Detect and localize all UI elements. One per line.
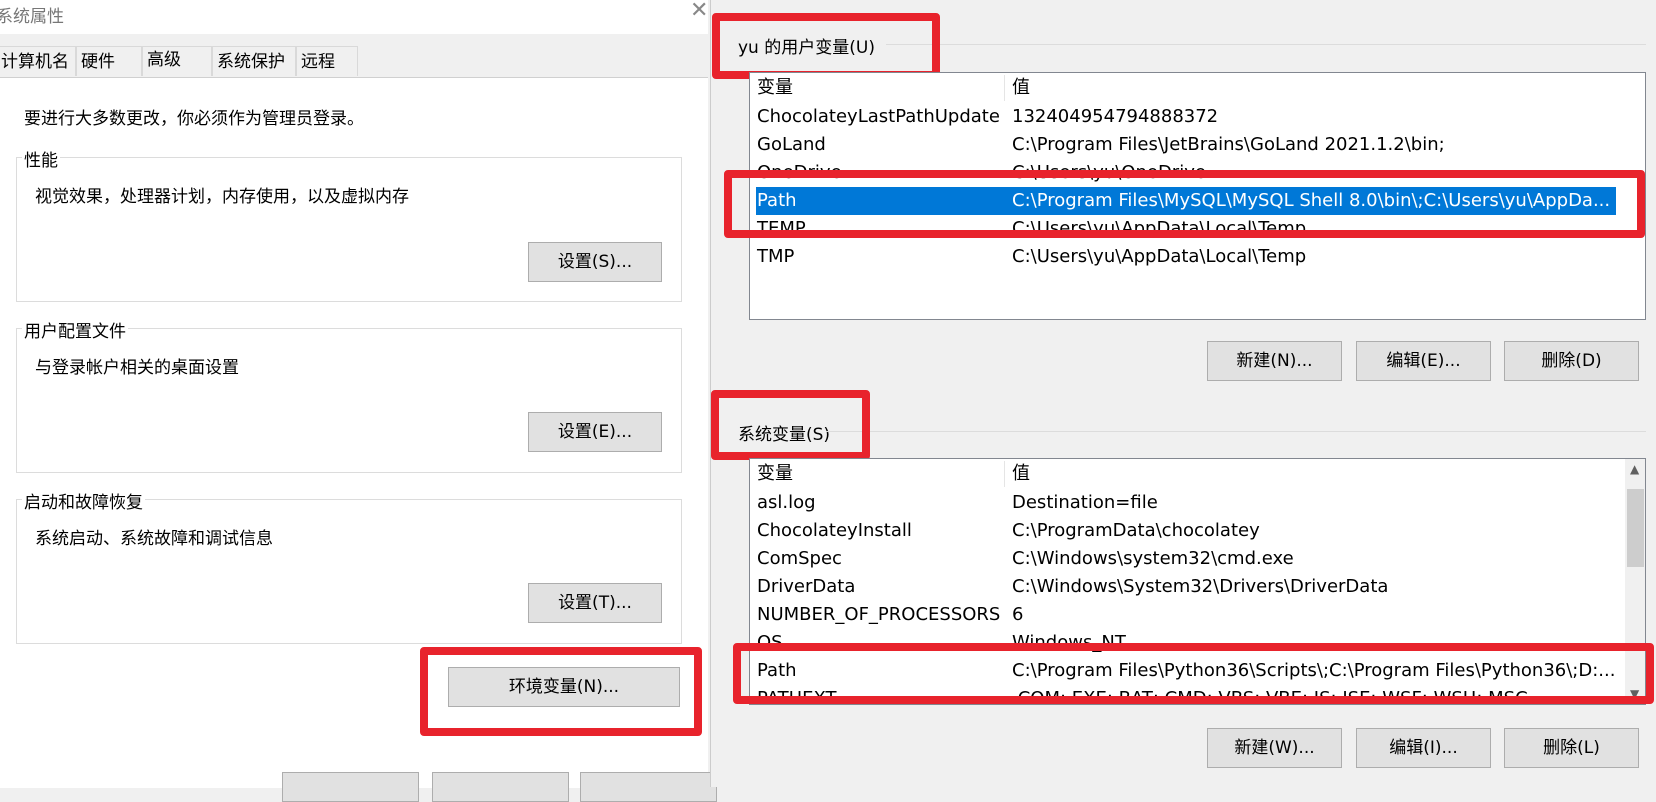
table-row[interactable]: ChocolateyInstall C:\ProgramData\chocola… (750, 517, 1610, 545)
tab-advanced[interactable]: 高级 (142, 46, 212, 76)
tab-computer-name[interactable]: 计算机名 (0, 46, 76, 76)
var-value: C:\Windows\System32\Drivers\DriverData (1012, 576, 1389, 597)
scroll-up-icon[interactable]: ▲ (1630, 462, 1639, 476)
table-row[interactable]: DriverData C:\Windows\System32\Drivers\D… (750, 573, 1610, 601)
var-name: ChocolateyInstall (757, 520, 912, 541)
highlight-env-button (420, 647, 702, 736)
admin-notice: 要进行大多数更改，你必须作为管理员登录。 (24, 109, 364, 129)
tab-system-protection[interactable]: 系统保护 (212, 46, 296, 76)
var-value: 132404954794888372 (1012, 106, 1219, 127)
table-row[interactable]: NUMBER_OF_PROCESSORS 6 (750, 601, 1610, 629)
tab-advanced-label: 高级 (147, 50, 181, 70)
user-vars-header: 变量 值 (750, 73, 1645, 103)
system-vars-divider (826, 431, 1646, 432)
environment-variables-dialog: yu 的用户变量(U) 变量 值 ChocolateyLastPathUpdat… (710, 0, 1656, 787)
system-delete-button[interactable]: 删除(L) (1504, 728, 1639, 768)
header-value[interactable]: 值 (1012, 73, 1030, 103)
scrollbar-thumb[interactable] (1627, 489, 1644, 567)
table-row[interactable]: GoLand C:\Program Files\JetBrains\GoLand… (750, 131, 1610, 159)
var-value: 6 (1012, 604, 1024, 625)
var-name: asl.log (757, 492, 816, 513)
system-new-button[interactable]: 新建(W)... (1207, 728, 1342, 768)
system-vars-header: 变量 值 (750, 459, 1645, 489)
system-properties-dialog: 系统属性 ✕ 计算机名 硬件 高级 系统保护 远程 要进行大多数更改，你必须作为… (0, 0, 717, 802)
startup-recovery-label: 启动和故障恢复 (22, 488, 145, 513)
header-value[interactable]: 值 (1012, 459, 1030, 489)
user-edit-button[interactable]: 编辑(E)... (1356, 341, 1491, 381)
header-variable[interactable]: 变量 (757, 73, 793, 103)
close-icon[interactable]: ✕ (690, 0, 708, 22)
table-row[interactable]: ChocolateyLastPathUpdate 132404954794888… (750, 103, 1610, 131)
user-profiles-label: 用户配置文件 (22, 317, 128, 342)
ok-button-partial[interactable] (282, 772, 419, 802)
var-name: GoLand (757, 134, 826, 155)
highlight-system-path-row (733, 643, 1654, 704)
header-variable[interactable]: 变量 (757, 459, 793, 489)
table-row[interactable]: asl.log Destination=file (750, 489, 1610, 517)
dialog-title: 系统属性 (0, 7, 64, 27)
highlight-user-vars-title (712, 13, 940, 79)
tab-hardware[interactable]: 硬件 (76, 46, 142, 76)
startup-recovery-desc: 系统启动、系统故障和调试信息 (35, 529, 273, 549)
highlight-system-vars-title (711, 390, 870, 460)
user-new-button[interactable]: 新建(N)... (1207, 341, 1342, 381)
user-profiles-desc: 与登录帐户相关的桌面设置 (35, 358, 239, 378)
user-delete-button[interactable]: 删除(D) (1504, 341, 1639, 381)
var-name: DriverData (757, 576, 856, 597)
var-value: Destination=file (1012, 492, 1158, 513)
table-row[interactable]: TMP C:\Users\yu\AppData\Local\Temp (750, 243, 1610, 271)
tab-remote[interactable]: 远程 (296, 46, 358, 76)
startup-recovery-settings-button[interactable]: 设置(T)... (528, 583, 662, 623)
var-name: ComSpec (757, 548, 842, 569)
system-edit-button[interactable]: 编辑(I)... (1356, 728, 1491, 768)
var-name: ChocolateyLastPathUpdate (757, 106, 1000, 127)
var-name: NUMBER_OF_PROCESSORS (757, 604, 1001, 625)
var-value: C:\Windows\system32\cmd.exe (1012, 548, 1294, 569)
user-vars-divider (886, 44, 1646, 45)
var-value: C:\Program Files\JetBrains\GoLand 2021.1… (1012, 134, 1445, 155)
performance-desc: 视觉效果，处理器计划，内存使用，以及虚拟内存 (35, 187, 409, 207)
table-row[interactable]: ComSpec C:\Windows\system32\cmd.exe (750, 545, 1610, 573)
var-value: C:\ProgramData\chocolatey (1012, 520, 1260, 541)
cancel-button-partial[interactable] (432, 772, 569, 802)
highlight-user-path-row (724, 170, 1645, 238)
performance-settings-button[interactable]: 设置(S)... (528, 242, 662, 282)
var-name: TMP (757, 246, 795, 267)
title-bar: 系统属性 (0, 0, 708, 32)
user-profiles-settings-button[interactable]: 设置(E)... (528, 412, 662, 452)
apply-button-partial[interactable] (580, 772, 717, 802)
performance-label: 性能 (22, 146, 60, 171)
var-value: C:\Users\yu\AppData\Local\Temp (1012, 246, 1307, 267)
